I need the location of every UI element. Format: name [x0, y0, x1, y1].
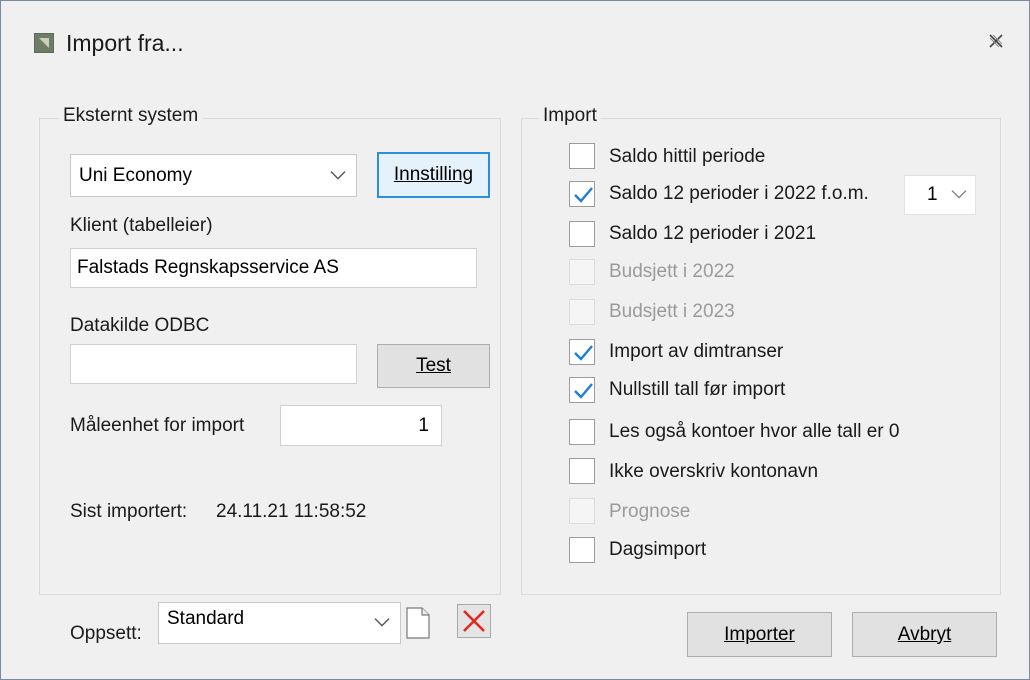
setup-select-value: Standard: [167, 608, 245, 629]
option-label-saldo-12-2021: Saldo 12 perioder i 2021: [609, 223, 817, 244]
option-checkbox-ikke-overskriv[interactable]: [569, 458, 595, 484]
import-legend: Import: [539, 105, 601, 127]
option-label-ikke-overskriv: Ikke overskriv kontonavn: [609, 461, 819, 482]
client-field[interactable]: Falstads Regnskapsservice AS: [70, 248, 477, 288]
client-label: Klient (tabelleier): [70, 215, 213, 236]
cancel-button[interactable]: Avbryt: [852, 612, 997, 657]
option-checkbox-nullstill[interactable]: [569, 377, 595, 403]
import-button[interactable]: Importer: [687, 612, 832, 657]
option-label-les-ogsaa: Les også kontoer hvor alle tall er 0: [609, 421, 900, 442]
period-select-value: 1: [927, 184, 938, 205]
system-select[interactable]: Uni Economy: [70, 154, 357, 197]
option-checkbox-dagsimport[interactable]: [569, 537, 595, 563]
cancel-button-label: Avbryt: [897, 623, 952, 645]
option-label-budsjett-2023: Budsjett i 2023: [609, 301, 735, 322]
settings-button-label: Innstilling: [393, 164, 474, 185]
external-system-legend: Eksternt system: [59, 105, 203, 127]
odbc-field[interactable]: [70, 344, 357, 384]
option-label-dimtranser: Import av dimtranser: [609, 341, 784, 362]
title-bar: Import fra...: [1, 1, 1029, 81]
check-icon: [574, 383, 593, 399]
setup-label: Oppsett:: [70, 623, 142, 644]
app-icon: [34, 33, 54, 53]
client-field-value: Falstads Regnskapsservice AS: [77, 257, 339, 278]
test-button-label: Test: [416, 355, 451, 376]
option-label-prognose: Prognose: [609, 501, 691, 522]
setup-select[interactable]: Standard: [158, 602, 401, 644]
new-document-icon[interactable]: [405, 607, 439, 641]
import-button-label: Importer: [724, 623, 795, 645]
option-label-budsjett-2022: Budsjett i 2022: [609, 261, 735, 282]
settings-button[interactable]: Innstilling: [377, 152, 490, 198]
option-checkbox-saldo-12-2021[interactable]: [569, 221, 595, 247]
unit-field[interactable]: 1: [280, 405, 442, 446]
option-label-saldo-hittil: Saldo hittil periode: [609, 146, 766, 167]
option-label-saldo-12-2022: Saldo 12 perioder i 2022 f.o.m.: [609, 183, 869, 204]
unit-label: Måleenhet for import: [70, 415, 245, 436]
option-checkbox-saldo-12-2022[interactable]: [569, 181, 595, 207]
window-title: Import fra...: [66, 30, 184, 56]
option-label-nullstill: Nullstill tall før import: [609, 379, 786, 400]
option-checkbox-les-ogsaa[interactable]: [569, 419, 595, 445]
option-checkbox-budsjett-2022: [569, 259, 595, 285]
test-button[interactable]: Test: [377, 344, 490, 388]
last-imported-label: Sist importert:: [70, 501, 188, 522]
option-label-dagsimport: Dagsimport: [609, 539, 707, 560]
period-select[interactable]: 1: [904, 175, 976, 215]
chevron-down-icon: [374, 618, 390, 627]
option-checkbox-budsjett-2023: [569, 299, 595, 325]
system-select-value: Uni Economy: [79, 164, 192, 186]
option-checkbox-dimtranser[interactable]: [569, 339, 595, 365]
import-dialog: Import fra... Eksternt system Uni Econom…: [0, 0, 1030, 680]
odbc-label: Datakilde ODBC: [70, 315, 210, 336]
check-icon: [574, 345, 593, 361]
last-imported-value: 24.11.21 11:58:52: [216, 501, 367, 522]
option-checkbox-prognose: [569, 498, 595, 524]
chevron-down-icon: [330, 170, 346, 180]
delete-icon[interactable]: [457, 604, 491, 638]
check-icon: [574, 187, 593, 203]
unit-field-value: 1: [418, 414, 429, 436]
close-icon[interactable]: [986, 31, 1006, 53]
option-checkbox-saldo-hittil[interactable]: [569, 143, 595, 169]
chevron-down-icon: [951, 190, 967, 199]
